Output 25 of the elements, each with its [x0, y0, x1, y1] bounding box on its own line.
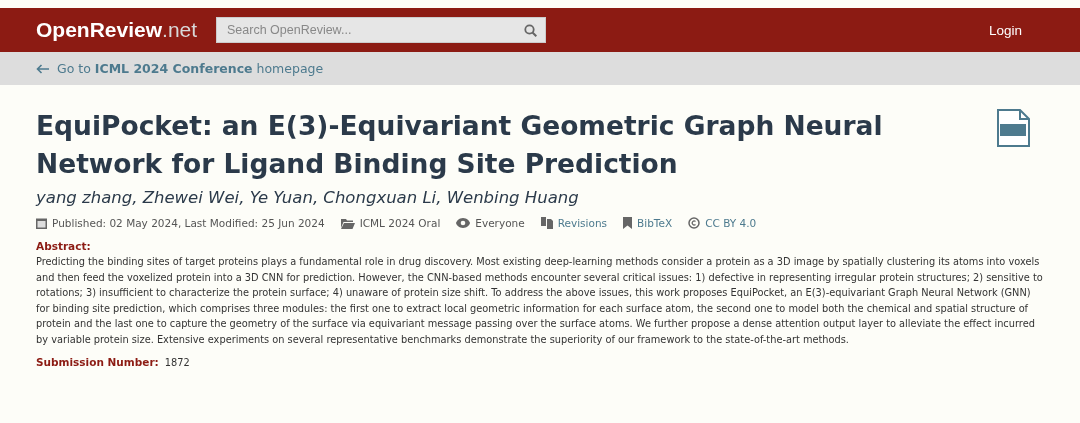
- author-list: yang zhang, Zhewei Wei, Ye Yuan, Chongxuan Li, Wenbing Huang: [36, 188, 1044, 207]
- meta-link[interactable]: Revisions: [540, 217, 608, 229]
- field-value: 1872: [164, 356, 190, 370]
- bookmark-icon: [623, 217, 633, 229]
- search-icon: [524, 24, 537, 37]
- field-label: Abstract:: [36, 240, 91, 252]
- field-value: Predicting the binding sites of target proteins plays a fundamental role in drug discovery. Most existing deep-learning methods consider a protein as a 3D image by spatially clustering its atoms into voxels and then feed the voxelized protein into a 3D CNN for prediction. However, the CNN-based methods encounter several critical issues: 1) defective in representing irregular protein structures; 2) sensitive to rotations; 3) insufficient to characterize the protein surface; 4) unaware of protein size shift. To address the above issues, this work proposes EquiPocket, an E(3)-equivariant Graph Neural Network (GNN) for binding site prediction, which comprises three modules: the first one to extract local geometric information for each surface atom, the second one to model both the chemical and spatial structure of protein and the last one to capture the geometry of the surface via equivariant message passing over the surface atoms. We further propose a dense attention output layer to alleviate the effect incurred by variable protein size. Extensive experiments on several representative benchmarks demonstrate the superiority of our framework to the state-of-the-art methods.: [36, 255, 1044, 347]
- paper-title: EquiPocket: an E(3)-Equivariant Geometric Graph Neural Network for Ligand Binding Site Prediction: [36, 109, 884, 181]
- meta-text: Published: 02 May 2024, Last Modified: 25 Jun 2024: [36, 217, 325, 229]
- meta-link[interactable]: BibTeX: [623, 217, 673, 229]
- site-logo[interactable]: OpenReview.net: [36, 18, 216, 42]
- meta-text: Everyone: [456, 217, 525, 229]
- pdf-icon[interactable]: [996, 109, 1030, 147]
- login-link[interactable]: Login: [988, 22, 1022, 38]
- eye-icon: [456, 218, 471, 228]
- back-arrow-icon: [36, 63, 50, 74]
- folder-icon: [340, 217, 355, 229]
- search-field[interactable]: Search OpenReview...: [216, 17, 546, 43]
- documents-icon: [540, 217, 553, 229]
- back-link[interactable]: Go to ICML 2024 Conference homepage: [36, 61, 324, 76]
- calendar-icon: [36, 217, 47, 229]
- cc-icon: [688, 217, 701, 229]
- meta-link[interactable]: CC BY 4.0: [688, 217, 757, 229]
- field-label: Submission Number:: [36, 356, 159, 368]
- meta-text: ICML 2024 Oral: [340, 217, 441, 229]
